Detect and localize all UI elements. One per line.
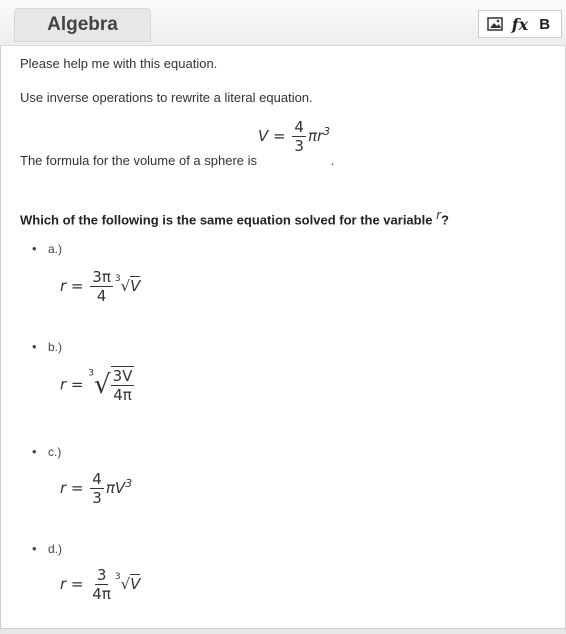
sphere-formula: V = 4 3 πr3 (258, 118, 331, 155)
formula-sentence: The formula for the volume of a sphere i… (20, 153, 335, 168)
bold-icon: B (539, 15, 551, 33)
option-b-equation[interactable]: r = 3√ 3V 4π (60, 366, 136, 404)
image-icon (487, 17, 504, 31)
editor-toolbar: fx B (478, 10, 562, 38)
option-c-label[interactable]: c.) (32, 444, 62, 459)
top-bar: Algebra fx B (0, 0, 566, 46)
formula-button[interactable]: fx (509, 13, 531, 35)
tab-label: Algebra (47, 14, 118, 35)
bottom-scroll-edge (0, 628, 566, 634)
option-a-equation[interactable]: r = 3π 4 3√V (60, 268, 141, 305)
instruction-text: Use inverse operations to rewrite a lite… (20, 90, 313, 105)
option-c-equation[interactable]: r = 4 3 πV3 (60, 470, 132, 507)
intro-text: Please help me with this equation. (20, 56, 218, 71)
bold-button[interactable]: B (534, 13, 556, 35)
option-b-label[interactable]: b.) (32, 339, 62, 354)
formula-fraction: 4 3 (292, 118, 306, 155)
option-a-label[interactable]: a.) (32, 241, 62, 256)
question-prompt: Which of the following is the same equat… (20, 208, 449, 228)
option-d-equation[interactable]: r = 3 4π 3√V (60, 566, 141, 603)
option-d-label[interactable]: d.) (32, 541, 62, 556)
insert-image-button[interactable] (484, 13, 506, 35)
fx-icon: fx (511, 14, 529, 34)
tab-algebra[interactable]: Algebra (14, 8, 151, 42)
